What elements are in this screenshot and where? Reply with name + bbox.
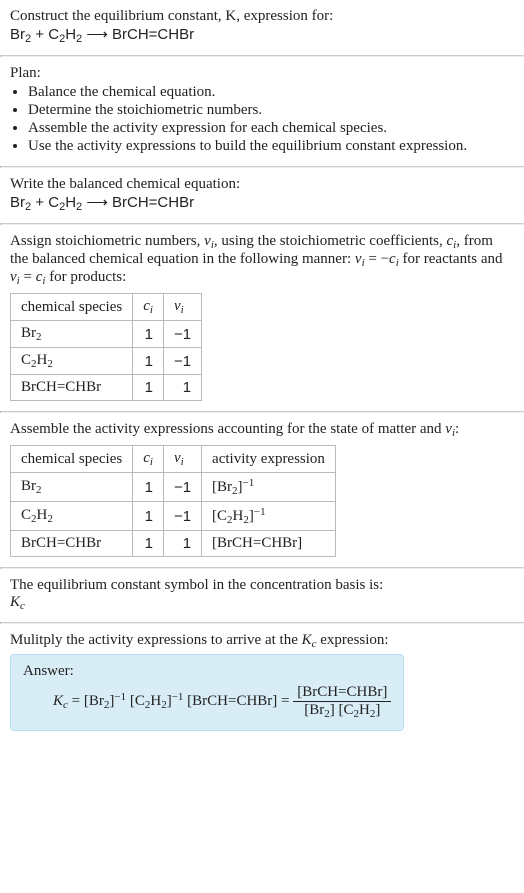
answer-expression: Kc = [Br2]−1 [C2H2]−1 [BrCH=CHBr] = [BrC… [23, 684, 391, 720]
col-species: chemical species [11, 446, 133, 473]
cell-species: C2H2 [11, 502, 133, 531]
table-row: C2H2 1 −1 [11, 348, 202, 375]
plan-item: Balance the chemical equation. [28, 84, 514, 101]
cell-species: C2H2 [11, 348, 133, 375]
col-ci: ci [133, 446, 164, 473]
multiply-block: Mulitply the activity expressions to arr… [0, 624, 524, 741]
intro-equation: Br2 + C2H2 ⟶ BrCH=CHBr [10, 25, 514, 45]
plan-item: Determine the stoichiometric numbers. [28, 102, 514, 119]
col-species: chemical species [11, 294, 133, 321]
cell-species: BrCH=CHBr [11, 375, 133, 401]
cell-vi: 1 [163, 375, 201, 401]
cell-species: BrCH=CHBr [11, 531, 133, 557]
activity-block: Assemble the activity expressions accoun… [0, 413, 524, 567]
col-activity: activity expression [202, 446, 336, 473]
stoich-table: chemical species ci νi Br2 1 −1 C2H2 1 −… [10, 293, 202, 401]
cell-ci: 1 [133, 531, 164, 557]
cell-ci: 1 [133, 321, 164, 348]
plan-item: Assemble the activity expression for eac… [28, 120, 514, 137]
table-header-row: chemical species ci νi [11, 294, 202, 321]
intro-line: Construct the equilibrium constant, K, e… [10, 8, 514, 25]
answer-lhs: Kc = [Br2]−1 [C2H2]−1 [BrCH=CHBr] = [53, 693, 293, 709]
symbol-block: The equilibrium constant symbol in the c… [0, 569, 524, 622]
cell-vi: −1 [163, 348, 201, 375]
multiply-line: Mulitply the activity expressions to arr… [10, 632, 514, 650]
fraction-denominator: [Br2] [C2H2] [293, 702, 391, 720]
stoich-intro: Assign stoichiometric numbers, νi, using… [10, 233, 514, 287]
cell-vi: −1 [163, 321, 201, 348]
balanced-heading: Write the balanced chemical equation: [10, 176, 514, 193]
activity-table: chemical species ci νi activity expressi… [10, 445, 336, 557]
col-vi: νi [163, 446, 201, 473]
answer-label: Answer: [23, 663, 391, 680]
cell-vi: −1 [163, 502, 201, 531]
plan-heading: Plan: [10, 65, 514, 82]
cell-species: Br2 [11, 473, 133, 502]
plan-item: Use the activity expressions to build th… [28, 138, 514, 155]
balanced-block: Write the balanced chemical equation: Br… [0, 168, 524, 223]
table-row: BrCH=CHBr 1 1 [11, 375, 202, 401]
cell-activity: [Br2]−1 [202, 473, 336, 502]
col-vi: νi [163, 294, 201, 321]
col-ci: ci [133, 294, 164, 321]
stoich-block: Assign stoichiometric numbers, νi, using… [0, 225, 524, 411]
cell-activity: [C2H2]−1 [202, 502, 336, 531]
cell-ci: 1 [133, 375, 164, 401]
plan-block: Plan: Balance the chemical equation. Det… [0, 57, 524, 166]
fraction-numerator: [BrCH=CHBr] [293, 684, 391, 702]
table-row: C2H2 1 −1 [C2H2]−1 [11, 502, 336, 531]
cell-vi: 1 [163, 531, 201, 557]
cell-ci: 1 [133, 348, 164, 375]
symbol-value: Kc [10, 594, 514, 612]
table-header-row: chemical species ci νi activity expressi… [11, 446, 336, 473]
cell-ci: 1 [133, 473, 164, 502]
symbol-line: The equilibrium constant symbol in the c… [10, 577, 514, 594]
plan-list: Balance the chemical equation. Determine… [10, 84, 514, 155]
table-row: BrCH=CHBr 1 1 [BrCH=CHBr] [11, 531, 336, 557]
intro-block: Construct the equilibrium constant, K, e… [0, 0, 524, 55]
cell-vi: −1 [163, 473, 201, 502]
answer-fraction: [BrCH=CHBr] [Br2] [C2H2] [293, 684, 391, 720]
cell-ci: 1 [133, 502, 164, 531]
cell-activity: [BrCH=CHBr] [202, 531, 336, 557]
answer-box: Answer: Kc = [Br2]−1 [C2H2]−1 [BrCH=CHBr… [10, 654, 404, 731]
cell-species: Br2 [11, 321, 133, 348]
table-row: Br2 1 −1 [Br2]−1 [11, 473, 336, 502]
activity-intro: Assemble the activity expressions accoun… [10, 421, 514, 439]
balanced-equation: Br2 + C2H2 ⟶ BrCH=CHBr [10, 193, 514, 213]
table-row: Br2 1 −1 [11, 321, 202, 348]
